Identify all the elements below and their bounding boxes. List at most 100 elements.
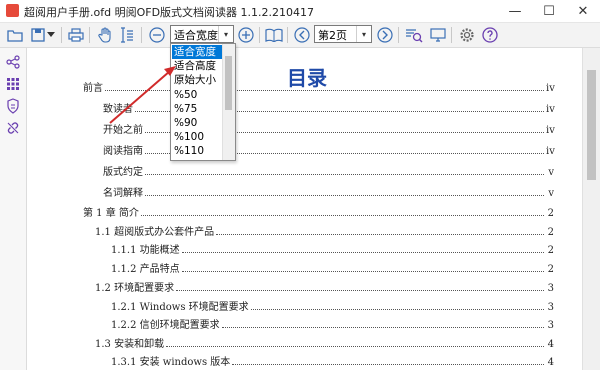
thumbnails-grid-icon[interactable] [3, 74, 23, 94]
toc-page-number: 2 [547, 208, 554, 219]
search-list-icon[interactable] [404, 25, 424, 45]
toc-entry-label: 1.1 超阅版式办公套件产品 [95, 227, 215, 238]
toc-page-number: 4 [547, 357, 554, 368]
toc-entry[interactable]: 1.2.1 Windows 环境配置要求 3 [111, 298, 554, 313]
toc-entry[interactable]: 1.1.1 功能概述 2 [111, 241, 554, 256]
toolbar-divider [141, 27, 142, 43]
toolbar-divider [89, 27, 90, 43]
toc-entry-label: 前言 [83, 83, 103, 94]
toc-page-number: iv [546, 83, 555, 94]
toc-entry[interactable]: 第 1 章 简介 2 [83, 204, 554, 219]
app-logo-icon [6, 4, 19, 17]
toc-entry-label: 1.3 安装和卸载 [95, 339, 165, 350]
window-title: 超阅用户手册.ofd 明阅OFD版式文档阅读器 1.1.2.210417 [24, 6, 315, 19]
text-select-icon[interactable] [117, 25, 137, 45]
toc-entry[interactable]: 版式约定 v [103, 163, 554, 178]
toolbar-divider [259, 27, 260, 43]
next-page-icon[interactable] [375, 25, 395, 45]
toc-entry[interactable]: 1.2.2 信创环境配置要求 3 [111, 316, 554, 331]
vertical-scrollbar[interactable] [582, 48, 600, 370]
zoom-out-icon[interactable] [147, 25, 167, 45]
toc-page-number: 3 [547, 320, 554, 331]
zoom-option[interactable]: %90 [172, 116, 224, 130]
toc-page-number: 3 [547, 283, 554, 294]
chevron-down-icon[interactable]: ▾ [218, 26, 233, 42]
help-icon[interactable] [480, 25, 500, 45]
toc-entry-label: 1.2.2 信创环境配置要求 [111, 320, 220, 331]
zoom-option[interactable]: 适合高度 [172, 59, 224, 73]
toc-entry-label: 1.2.1 Windows 环境配置要求 [111, 302, 249, 313]
save-dropdown-icon[interactable] [45, 25, 57, 45]
toc-leader-dots [145, 173, 544, 175]
toc-entry-label: 开始之前 [103, 125, 143, 136]
previous-page-icon[interactable] [292, 25, 312, 45]
open-folder-icon[interactable] [5, 25, 25, 45]
toolbar-divider [287, 27, 288, 43]
toc-entry-label: 第 1 章 简介 [83, 208, 139, 219]
toc-page-number: 2 [547, 227, 554, 238]
zoom-option[interactable]: %75 [172, 102, 224, 116]
hand-tool-icon[interactable] [95, 25, 115, 45]
zoom-option[interactable]: %110 [172, 144, 224, 158]
toc-page-number: 2 [547, 264, 554, 275]
close-button[interactable]: ✕ [566, 0, 600, 22]
toc-entry[interactable]: 1.3 安装和卸载 4 [95, 335, 554, 350]
title-bar: 超阅用户手册.ofd 明阅OFD版式文档阅读器 1.1.2.210417 — ☐… [0, 0, 600, 23]
monitor-icon[interactable] [428, 25, 448, 45]
toc-page-number: iv [546, 104, 555, 115]
toc-leader-dots [216, 233, 544, 235]
print-icon[interactable] [66, 25, 86, 45]
toc-page-number: iv [546, 125, 555, 136]
toc-entry-label: 致读者 [103, 104, 133, 115]
toc-entry[interactable]: 1.1.2 产品特点 2 [111, 260, 554, 275]
zoom-option[interactable]: 适合宽度 [172, 45, 224, 59]
toc-entry[interactable]: 1.3.1 安装 windows 版本 4 [111, 353, 554, 368]
toc-entry-label: 1.1.1 功能概述 [111, 245, 180, 256]
document-page: 目录 前言 iv 致读者 iv 开始之前 iv 阅读指南 iv 版式约定 v 名词解释 v 第 1 章 … [27, 48, 582, 370]
zoom-option[interactable]: %50 [172, 88, 224, 102]
toc-entry[interactable]: 1.2 环境配置要求 3 [95, 279, 554, 294]
toc-page-number: 4 [547, 339, 554, 350]
toc-entry-label: 1.3.1 安装 windows 版本 [111, 357, 231, 368]
toc-leader-dots [250, 308, 544, 310]
chevron-down-icon[interactable]: ▾ [356, 26, 371, 42]
share-icon[interactable] [3, 52, 23, 72]
zoom-in-icon[interactable] [236, 25, 256, 45]
dropdown-scrollbar[interactable] [222, 44, 235, 160]
toc-entry-label: 名词解释 [103, 188, 143, 199]
toc-entry-label: 阅读指南 [103, 146, 143, 157]
toc-leader-dots [232, 363, 544, 365]
toc-leader-dots [181, 251, 544, 253]
scrollbar-thumb[interactable] [587, 70, 596, 180]
gear-icon[interactable] [457, 25, 477, 45]
unlink-icon[interactable] [3, 118, 23, 138]
toc-leader-dots [145, 194, 544, 196]
toc-page-number: iv [546, 146, 555, 157]
toc-leader-dots [181, 270, 544, 272]
toc-entry[interactable]: 名词解释 v [103, 184, 554, 199]
toolbar-divider [61, 27, 62, 43]
page-select[interactable]: 第2页 ▾ [314, 25, 372, 43]
toc-entry[interactable]: 前言 iv [83, 79, 555, 94]
toc-leader-dots [166, 345, 544, 347]
toc-page-number: 3 [547, 302, 554, 313]
shield-icon[interactable] [3, 96, 23, 116]
toc-entry-label: 版式约定 [103, 167, 143, 178]
toc-entry[interactable]: 1.1 超阅版式办公套件产品 2 [95, 223, 554, 238]
dropdown-scrollbar-thumb[interactable] [225, 56, 232, 110]
zoom-select-value: 适合宽度 [174, 29, 218, 42]
toc-page-number: v [548, 167, 554, 178]
toc-entry-label: 1.1.2 产品特点 [111, 264, 180, 275]
toolbar-divider [398, 27, 399, 43]
zoom-option[interactable]: 原始大小 [172, 73, 224, 87]
left-sidebar [0, 48, 27, 370]
toc-leader-dots [221, 326, 544, 328]
book-view-icon[interactable] [264, 25, 284, 45]
zoom-option[interactable]: %100 [172, 130, 224, 144]
toc-page-number: v [548, 188, 554, 199]
toc-page-number: 2 [547, 245, 554, 256]
zoom-select[interactable]: 适合宽度 ▾ [170, 25, 234, 43]
minimize-button[interactable]: — [498, 0, 532, 22]
maximize-button[interactable]: ☐ [532, 0, 566, 22]
zoom-dropdown-list: 适合宽度 适合高度 原始大小 %50 %75 %90 %100 %110 [170, 43, 236, 161]
